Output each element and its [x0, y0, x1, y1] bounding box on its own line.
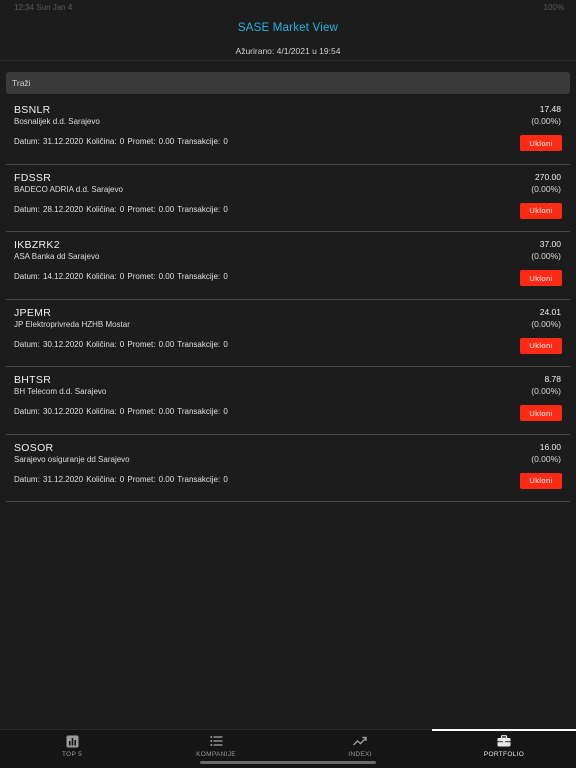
stock-price: 24.01 [539, 306, 561, 317]
stock-price: 37.00 [539, 239, 561, 249]
search-input[interactable]: Traži [6, 72, 570, 94]
stock-change: (0.00%) [531, 386, 561, 396]
stock-details: Datum: 31.12.2020 Količina: 0 Promet: 0.… [14, 137, 228, 146]
stock-ticker: IKBZRK2 [14, 239, 60, 251]
stock-price: 16.00 [539, 441, 561, 452]
stock-price: 17.48 [539, 104, 561, 114]
stock-details: Datum: 30.12.2020 Količina: 0 Promet: 0.… [14, 407, 228, 416]
stock-change: (0.00%) [531, 183, 561, 194]
remove-button[interactable]: Ukloni [520, 405, 562, 421]
stock-change: (0.00%) [531, 453, 561, 464]
stock-company: JP Elektroprivreda HZHB Mostar [14, 319, 130, 329]
tab-label: TOP 5 [61, 751, 83, 758]
stock-ticker: FDSSR [14, 171, 52, 184]
remove-button[interactable]: Ukloni [520, 135, 562, 151]
stock-ticker: SOSOR [14, 441, 54, 454]
stock-company: Bosnalijek d.d. Sarajevo [14, 117, 100, 126]
home-indicator [200, 761, 376, 764]
remove-button[interactable]: Ukloni [520, 270, 562, 286]
stock-row[interactable]: JPEMR JP Elektroprivreda HZHB Mostar Dat… [6, 300, 570, 367]
stock-price: 270.00 [535, 171, 561, 182]
status-battery: 100% [543, 3, 564, 12]
stock-row[interactable]: SOSOR Sarajevo osiguranje dd Sarajevo Da… [6, 435, 570, 502]
tab-label: PORTFOLIO [483, 751, 525, 758]
remove-button[interactable]: Ukloni [520, 337, 562, 354]
stock-ticker: JPEMR [14, 306, 52, 319]
stock-row[interactable]: FDSSR BADECO ADRIA d.d. Sarajevo Datum: … [6, 165, 570, 232]
tab-label: KOMPANIJE [196, 751, 236, 758]
trend-icon [353, 734, 367, 748]
remove-button[interactable]: Ukloni [520, 202, 562, 219]
stock-details: Datum: 28.12.2020 Količina: 0 Promet: 0.… [14, 204, 228, 214]
tab-portfolio[interactable]: PORTFOLIO [432, 729, 576, 768]
list-icon [209, 734, 223, 748]
stock-company: BH Telecom d.d. Sarajevo [14, 387, 107, 396]
remove-button[interactable]: Ukloni [520, 472, 562, 489]
stock-details: Datum: 31.12.2020 Količina: 0 Promet: 0.… [14, 474, 228, 484]
stock-change: (0.00%) [531, 251, 561, 261]
tab-label: INDEXI [348, 751, 372, 758]
stock-company: ASA Banka dd Sarajevo [14, 252, 100, 261]
status-bar: 12:34 Sun Jan 4 100% [0, 0, 576, 14]
stock-change: (0.00%) [531, 318, 561, 329]
tab-top5[interactable]: TOP 5 [0, 730, 144, 768]
stock-row[interactable]: BSNLR Bosnalijek d.d. Sarajevo Datum: 31… [6, 97, 570, 165]
stock-list: BSNLR Bosnalijek d.d. Sarajevo Datum: 31… [0, 97, 576, 502]
last-updated: Ažurirano: 4/1/2021 u 19:54 [235, 46, 341, 56]
search-placeholder: Traži [12, 78, 31, 88]
stock-company: Sarajevo osiguranje dd Sarajevo [14, 454, 130, 464]
status-time: 12:34 Sun Jan 4 [14, 3, 73, 12]
stock-row[interactable]: IKBZRK2 ASA Banka dd Sarajevo Datum: 14.… [6, 232, 570, 300]
stock-change: (0.00%) [531, 116, 561, 126]
stock-company: BADECO ADRIA d.d. Sarajevo [14, 184, 123, 194]
bar-chart-icon [65, 734, 79, 748]
stock-details: Datum: 14.12.2020 Količina: 0 Promet: 0.… [14, 272, 228, 281]
stock-details: Datum: 30.12.2020 Količina: 0 Promet: 0.… [14, 339, 228, 349]
stock-price: 8.78 [544, 374, 561, 384]
stock-ticker: BHTSR [14, 374, 52, 386]
stock-row[interactable]: BHTSR BH Telecom d.d. Sarajevo Datum: 30… [6, 367, 570, 435]
header-divider [0, 60, 576, 61]
briefcase-icon [497, 734, 511, 748]
stock-ticker: BSNLR [14, 104, 51, 116]
page-title: SASE Market View [237, 22, 339, 34]
